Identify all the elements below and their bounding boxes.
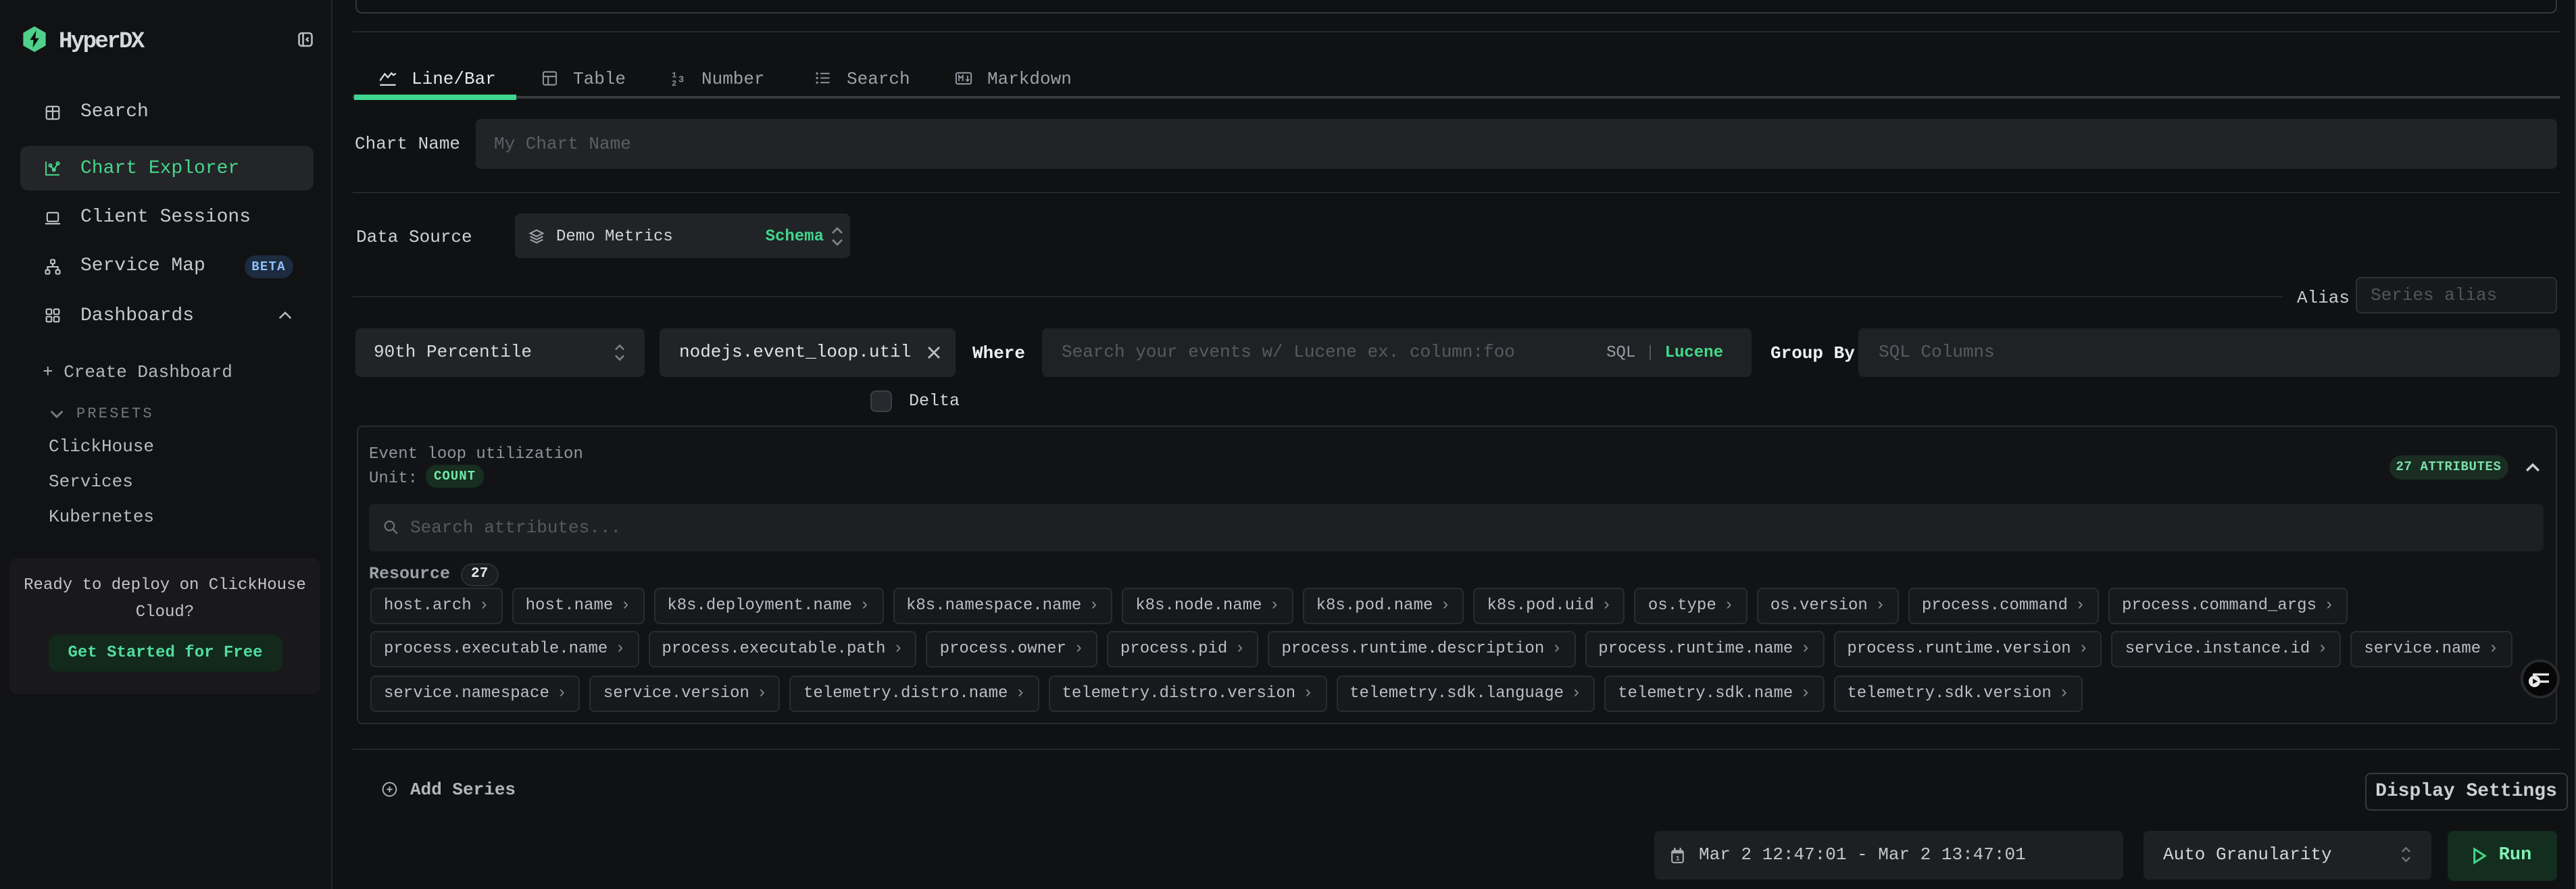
svg-text:3: 3 — [678, 76, 684, 86]
svg-text:1: 1 — [1675, 855, 1679, 863]
svg-text:2: 2 — [672, 79, 676, 88]
